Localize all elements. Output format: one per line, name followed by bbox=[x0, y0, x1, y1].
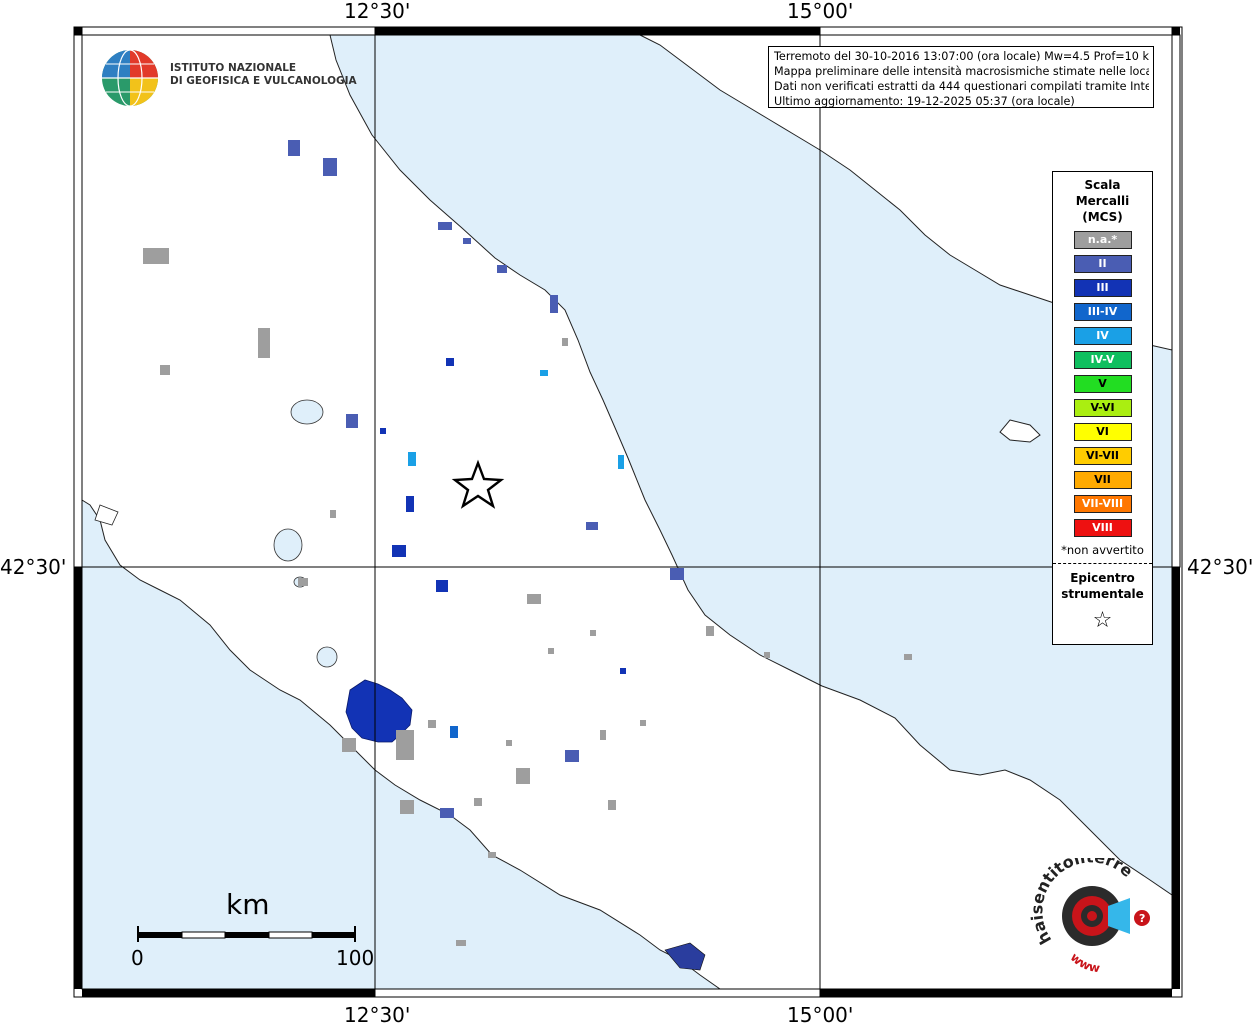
lake-bolsena bbox=[273, 528, 303, 562]
ingv-globe-icon bbox=[102, 49, 158, 107]
legend-item: VII-VIII bbox=[1073, 495, 1132, 513]
legend-item: V bbox=[1073, 375, 1132, 393]
legend-item: V-VI bbox=[1073, 399, 1132, 417]
info-line4: Ultimo aggiornamento: 19-12-2025 05:37 (… bbox=[774, 95, 1075, 108]
legend-epicenter-line1: Epicentro bbox=[1070, 571, 1135, 585]
legend-item: III-IV bbox=[1073, 303, 1132, 321]
info-line3: Dati non verificati estratti da 444 ques… bbox=[774, 80, 1149, 93]
lake-trasimeno bbox=[290, 399, 324, 425]
ingv-name-line1: ISTITUTO NAZIONALE bbox=[170, 62, 297, 74]
legend-note: *non avvertito bbox=[1061, 543, 1144, 557]
legend-star-icon: ☆ bbox=[1092, 608, 1113, 633]
hsit-logo: ? haisentitoilterremoto.it www bbox=[1022, 843, 1160, 978]
svg-text:www: www bbox=[1068, 950, 1101, 975]
legend-item: VIII bbox=[1073, 519, 1132, 537]
scale-unit: km bbox=[226, 888, 270, 921]
legend-title-line3: (MCS) bbox=[1082, 210, 1123, 224]
legend-item: IV bbox=[1073, 327, 1132, 345]
legend-item: II bbox=[1073, 255, 1132, 273]
svg-text:?: ? bbox=[1139, 912, 1145, 925]
info-line1: Terremoto del 30-10-2016 13:07:00 (ora l… bbox=[774, 50, 1149, 63]
legend-title-line1: Scala bbox=[1084, 178, 1121, 192]
info-line2: Mappa preliminare delle intensità macros… bbox=[774, 65, 1149, 78]
legend-item: VII bbox=[1073, 471, 1132, 489]
legend-divider bbox=[1053, 563, 1152, 564]
scale-max: 100 bbox=[336, 946, 375, 970]
hsit-logo-icon: ? haisentitoilterremoto.it www bbox=[1022, 843, 1150, 975]
scale-min: 0 bbox=[131, 946, 144, 970]
legend-epicenter-line2: strumentale bbox=[1061, 587, 1144, 601]
mcs-legend: Scala Mercalli (MCS) n.a.* II III III-IV IV I… bbox=[1052, 171, 1153, 645]
coord-left-lat: 42°30' bbox=[0, 555, 67, 579]
coord-right-lat: 42°30' bbox=[1187, 555, 1254, 579]
legend-item: VI bbox=[1073, 423, 1132, 441]
legend-title-line2: Mercalli bbox=[1075, 194, 1130, 208]
lake-bracciano bbox=[316, 646, 338, 668]
legend-item: III bbox=[1073, 279, 1132, 297]
coord-bottom-left: 12°30' bbox=[344, 1003, 411, 1027]
legend-item: IV-V bbox=[1073, 351, 1132, 369]
ingv-name-line2: DI GEOFISICA E VULCANOLOGIA bbox=[170, 75, 357, 87]
coord-top-right: 15°00' bbox=[787, 0, 854, 23]
hsit-logo-www: www bbox=[1068, 950, 1101, 975]
legend-item: n.a.* bbox=[1073, 231, 1132, 249]
coord-bottom-right: 15°00' bbox=[787, 1003, 854, 1027]
legend-title: Scala Mercalli (MCS) bbox=[1053, 177, 1152, 225]
earthquake-info-box: Terremoto del 30-10-2016 13:07:00 (ora l… bbox=[768, 46, 1154, 108]
legend-item: VI-VII bbox=[1073, 447, 1132, 465]
coord-top-left: 12°30' bbox=[344, 0, 411, 23]
legend-items: n.a.* II III III-IV IV IV-V V V-VI VI VI-VII VII VI… bbox=[1053, 231, 1152, 537]
legend-epicenter-label: Epicentro strumentale bbox=[1053, 570, 1152, 602]
macroseismic-map: 12°30' 15°00' 12°30' 15°00' 42°30' 42°30… bbox=[0, 0, 1255, 1027]
ingv-logo-text: ISTITUTO NAZIONALE DI GEOFISICA E VULCAN… bbox=[170, 62, 357, 88]
